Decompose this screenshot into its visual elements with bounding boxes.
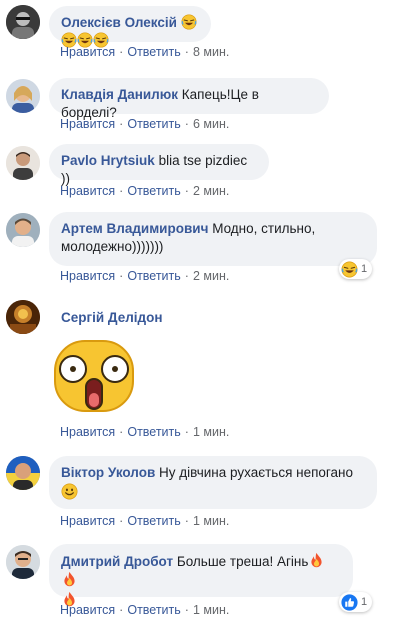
comment-bubble: Віктор Уколов Ну дівчина рухається непог… [49, 456, 377, 509]
comment-author[interactable]: Клавдія Данилюк [61, 87, 178, 102]
comment-actions: Нравится · Ответить · 1 мин. [60, 514, 230, 528]
reply-link[interactable]: Ответить [127, 117, 180, 131]
comment-time[interactable]: 2 мин. [193, 184, 229, 198]
like-link[interactable]: Нравится [60, 269, 115, 283]
comment-bubble: Артем Владимирович Модно, стильно, молод… [49, 212, 377, 266]
reply-link[interactable]: Ответить [127, 45, 180, 59]
like-link[interactable]: Нравится [60, 45, 115, 59]
comment-time[interactable]: 2 мин. [193, 269, 229, 283]
avatar[interactable] [6, 213, 40, 247]
shocked-face-sticker [53, 339, 135, 418]
comment-bubble: Дмитрий Дробот Больше треша! Агінь [49, 544, 353, 597]
comment-text-continued: молодежно))))))) [61, 239, 164, 254]
haha-reaction-icon [341, 261, 358, 278]
like-link[interactable]: Нравится [60, 603, 115, 617]
reaction-badge[interactable]: 1 [339, 592, 373, 612]
like-link[interactable]: Нравится [60, 117, 115, 131]
comment-bubble: Pavlo Hrytsiuk blia tse pizdiec )) [49, 144, 269, 186]
reaction-count: 1 [361, 263, 368, 275]
comment-actions: Нравится · Ответить · 8 мин. [60, 45, 230, 59]
comment-author[interactable]: Віктор Уколов [61, 465, 155, 480]
like-link[interactable]: Нравится [60, 425, 115, 439]
reply-link[interactable]: Ответить [127, 514, 180, 528]
comment-time[interactable]: 1 мин. [193, 425, 229, 439]
laugh-icon [181, 14, 197, 30]
comment-actions: Нравится · Ответить · 1 мин. [60, 603, 230, 617]
reaction-count: 1 [361, 596, 368, 608]
comment-author[interactable]: Олексієв Олексій [61, 15, 177, 30]
reply-link[interactable]: Ответить [127, 425, 180, 439]
comment-text: Ну дівчина рухається непогано [159, 465, 354, 480]
comment-author[interactable]: Pavlo Hrytsiuk [61, 153, 155, 168]
comment-bubble: Клавдія Данилюк Капець!Це в борделі? [49, 78, 329, 120]
comment-text: Больше треша! Агінь [176, 554, 309, 569]
comment-actions: Нравится · Ответить · 6 мин. [60, 117, 230, 131]
comment-bubble: Олексієв Олексій [49, 6, 211, 42]
smile-icon [61, 483, 78, 500]
comment-actions: Нравится · Ответить · 2 мин. [60, 184, 230, 198]
like-link[interactable]: Нравится [60, 514, 115, 528]
comment-time[interactable]: 1 мин. [193, 603, 229, 617]
comment-time[interactable]: 6 мин. [193, 117, 229, 131]
reply-link[interactable]: Ответить [127, 269, 180, 283]
comment-author[interactable]: Артем Владимирович [61, 221, 208, 236]
fire-icon [308, 552, 325, 569]
comment-time[interactable]: 8 мин. [193, 45, 229, 59]
avatar[interactable] [6, 456, 40, 490]
fire-icon [61, 571, 78, 588]
avatar[interactable] [6, 545, 40, 579]
reply-link[interactable]: Ответить [127, 184, 180, 198]
like-reaction-icon [341, 593, 358, 611]
like-link[interactable]: Нравится [60, 184, 115, 198]
reaction-badge[interactable]: 1 [339, 259, 373, 279]
comment-author[interactable]: Сергій Делідон [61, 310, 163, 325]
comment-author-row: Сергій Делідон [61, 309, 163, 327]
comment-time[interactable]: 1 мин. [193, 514, 229, 528]
avatar[interactable] [6, 146, 40, 180]
comment-text: Модно, стильно, [212, 221, 316, 236]
avatar[interactable] [6, 79, 40, 113]
reply-link[interactable]: Ответить [127, 603, 180, 617]
comment-actions: Нравится · Ответить · 1 мин. [60, 425, 230, 439]
comment-actions: Нравится · Ответить · 2 мин. [60, 269, 230, 283]
avatar[interactable] [6, 5, 40, 39]
avatar[interactable] [6, 300, 40, 334]
comment-author[interactable]: Дмитрий Дробот [61, 554, 173, 569]
